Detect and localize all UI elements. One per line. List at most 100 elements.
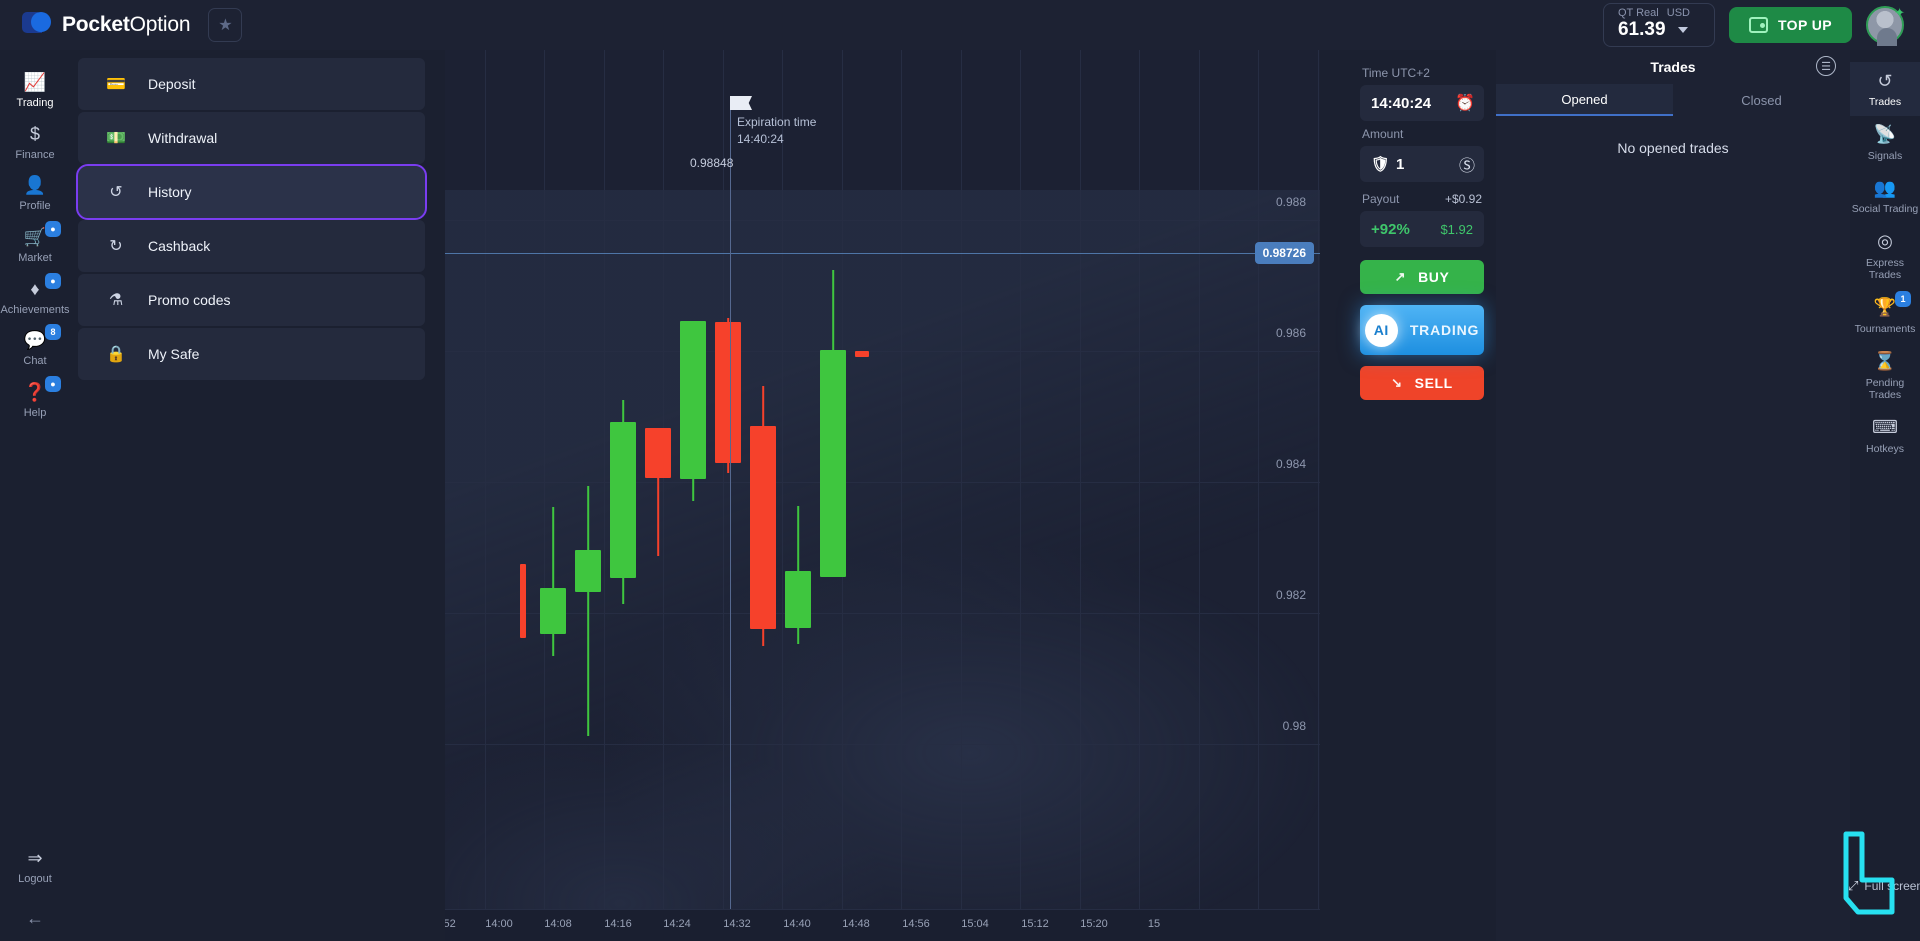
gridline-vertical (1258, 50, 1259, 941)
rightbar-item-pending-trades[interactable]: ⌛ Pending Trades (1850, 343, 1920, 409)
sidebar-item-finance[interactable]: $ Finance (0, 116, 70, 168)
candlestick (750, 50, 776, 941)
time-axis-tick: 14:08 (544, 918, 572, 930)
time-axis-tick: 15:20 (1080, 918, 1108, 930)
sidebar-item-logout[interactable]: ⇒ Logout (0, 840, 70, 892)
history-icon: ↺ (109, 184, 123, 201)
target-icon: ◎ (1877, 231, 1893, 252)
gridline-vertical (960, 50, 962, 941)
full-screen-label: Full screen (1864, 879, 1920, 893)
brand-name-bold: Pocket (62, 13, 130, 36)
time-label: Time UTC+2 (1362, 66, 1430, 80)
balance-selector[interactable]: QT Real USD 61.39 (1602, 3, 1715, 47)
rightbar-item-hotkeys[interactable]: ⌨ Hotkeys (1850, 409, 1920, 463)
menu-item-cashback[interactable]: ↻ Cashback (78, 220, 425, 272)
sidebar-item-achievements[interactable]: ● ♦ Achievements (0, 271, 70, 323)
payout-amount: $1.92 (1440, 221, 1473, 237)
candlestick (680, 50, 706, 941)
rightbar-item-trades[interactable]: ↺ Trades (1850, 62, 1920, 116)
deposit-icon: 💳 (106, 76, 126, 93)
balance-value-row: 61.39 (1618, 19, 1702, 41)
ai-trading-button[interactable]: AI TRADING (1360, 305, 1484, 355)
candlestick (715, 50, 741, 941)
amount-value: 1 (1396, 155, 1405, 173)
sidebar-label-help: Help (23, 406, 47, 419)
trade-control-panel: Time UTC+2 14:40:24 ⏰ Amount 🛡 1 Ⓢ Payou… (1348, 50, 1496, 941)
gridline-vertical (603, 50, 605, 941)
dollar-circle-icon[interactable]: Ⓢ (1459, 152, 1475, 176)
trades-header: Trades ☰ (1496, 50, 1850, 84)
balance-amount: 61.39 (1617, 19, 1666, 40)
pocketoption-logo-icon (22, 10, 52, 40)
sidebar-item-trading[interactable]: 📈 Trading (0, 64, 70, 116)
sidebar-item-profile[interactable]: 👤 Profile (0, 167, 70, 219)
favorites-star-icon[interactable]: ★ (208, 8, 243, 42)
expiration-time-field[interactable]: 14:40:24 ⏰ (1360, 85, 1484, 121)
candlestick-body (820, 350, 846, 577)
chart-line-icon: 📈 (23, 72, 47, 92)
rightbar-item-social-trading[interactable]: 👥 Social Trading (1850, 169, 1920, 223)
rightbar-item-express-trades[interactable]: ◎ Express Trades (1850, 223, 1920, 289)
sell-button[interactable]: ↘ SELL (1360, 366, 1484, 400)
buy-button[interactable]: ↗ BUY (1360, 260, 1484, 294)
avatar[interactable]: ✦ (1866, 5, 1905, 46)
ai-trading-label: TRADING (1409, 322, 1480, 338)
sidebar-item-help[interactable]: ● ❓ Help (0, 374, 70, 426)
menu-label-withdrawal: Withdrawal (148, 130, 218, 146)
candlestick-body (750, 426, 776, 629)
history-clock-icon: ↺ (1877, 70, 1893, 91)
menu-item-withdrawal[interactable]: 💵 Withdrawal (78, 112, 425, 164)
chevron-down-icon[interactable] (1677, 27, 1688, 33)
payout-box: +92% $1.92 (1360, 211, 1484, 247)
rightbar-label-tournaments: Tournaments (1854, 322, 1916, 335)
trades-title: Trades (1650, 59, 1696, 75)
menu-item-promo-codes[interactable]: ⚗ Promo codes (78, 274, 425, 326)
price-axis-tick: 0.988 (1275, 195, 1306, 209)
menu-item-my-safe[interactable]: 🔒 My Safe (78, 328, 425, 380)
menu-item-history[interactable]: ↺ History (76, 164, 427, 220)
amount-field[interactable]: 🛡 1 Ⓢ (1360, 146, 1484, 182)
candlestick (645, 50, 671, 941)
sidebar-label-market: Market (18, 251, 52, 264)
top-up-button[interactable]: TOP UP (1728, 7, 1852, 43)
candlestick (520, 50, 526, 941)
trades-empty-message: No opened trades (1617, 140, 1729, 156)
tab-closed[interactable]: Closed (1673, 84, 1850, 116)
time-axis-tick: 14:40 (783, 918, 811, 930)
sidebar-badge-help: ● (45, 375, 61, 392)
rightbar-label-signals: Signals (1867, 149, 1903, 162)
rightbar-label-social-trading: Social Trading (1851, 203, 1919, 216)
list-icon[interactable]: ☰ (1816, 56, 1836, 76)
clock-flag-icon[interactable]: ⏰ (1455, 93, 1475, 113)
candlestick (785, 50, 811, 941)
candlestick (575, 50, 601, 941)
time-axis-tick: 15:12 (1021, 918, 1049, 930)
balance-account-label: QT Real (1617, 7, 1659, 19)
brand-name: PocketOption (62, 13, 191, 37)
arrow-left-icon[interactable]: ← (26, 908, 44, 929)
sell-label: SELL (1414, 375, 1453, 391)
sidebar-label-trading: Trading (16, 97, 54, 109)
time-axis-tick: 14:56 (902, 918, 930, 930)
rightbar-item-tournaments[interactable]: 1 🏆 Tournaments (1850, 289, 1920, 343)
menu-item-deposit[interactable]: 💳 Deposit (78, 58, 425, 110)
sidebar-item-market[interactable]: ● 🛒 Market (0, 219, 70, 271)
sidebar-item-chat[interactable]: 8 💬 Chat (0, 322, 70, 374)
time-axis: 1:52 14:00 14:08 14:16 14:24 14:32 14:40 14:48 1… (445, 909, 1320, 941)
price-axis-tick: 0.982 (1275, 588, 1306, 602)
price-chart[interactable]: 0.98726 Expiration time 14:40:24 0.98848… (445, 50, 1320, 941)
finance-menu-panel: 💳 Deposit 💵 Withdrawal ↺ History ↻ Cashb… (70, 50, 445, 941)
trades-tabs: Opened Closed (1496, 84, 1850, 116)
rightbar-item-signals[interactable]: 📡 Signals (1850, 116, 1920, 170)
withdrawal-icon: 💵 (106, 130, 126, 147)
full-screen-button[interactable]: ⤢ Full screen (1848, 878, 1920, 894)
sidebar-label-finance: Finance (15, 148, 55, 161)
brand-logo[interactable]: PocketOption (22, 10, 191, 40)
menu-label-deposit: Deposit (148, 76, 196, 92)
gridline-vertical (1317, 50, 1319, 941)
top-up-label: TOP UP (1777, 17, 1832, 33)
amount-value-wrap: 🛡 1 (1371, 155, 1405, 174)
gridline-vertical (484, 50, 486, 941)
tab-opened[interactable]: Opened (1496, 84, 1673, 116)
candlestick-body (610, 422, 636, 578)
